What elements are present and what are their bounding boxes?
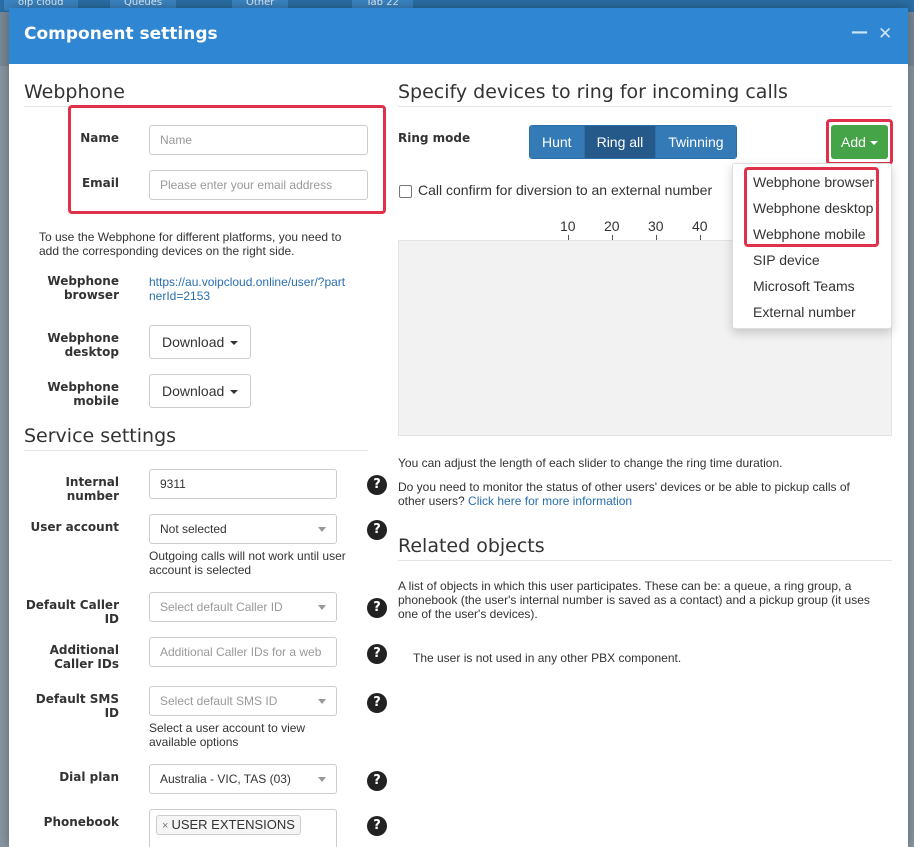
modal-header: Component settings — ✕ <box>9 8 908 64</box>
dial-plan-select[interactable]: Australia - VIC, TAS (03) <box>149 764 337 794</box>
webphone-browser-label: Webphone browser <box>47 274 119 302</box>
default-sms-id-select[interactable]: Select default SMS ID <box>149 686 337 716</box>
modal-title: Component settings <box>24 24 218 44</box>
remove-tag-icon[interactable]: × <box>162 820 168 832</box>
menu-item-sip-device[interactable]: SIP device <box>753 252 820 268</box>
internal-number-label: Internal number <box>65 475 119 503</box>
caret-down-icon <box>318 605 326 610</box>
related-objects-title: Related objects <box>398 535 892 561</box>
help-icon[interactable]: ? <box>367 816 387 836</box>
phonebook-label: Phonebook <box>43 815 119 829</box>
caret-down-icon <box>318 777 326 782</box>
user-account-note: Outgoing calls will not work until user … <box>149 549 346 577</box>
call-confirm-checkbox[interactable] <box>399 185 412 198</box>
webphone-mobile-download-button[interactable]: Download <box>149 374 252 408</box>
caret-down-icon <box>869 141 878 146</box>
default-caller-id-select[interactable]: Select default Caller ID <box>149 592 337 622</box>
default-caller-id-placeholder: Select default Caller ID <box>160 600 283 614</box>
download-label: Download <box>162 383 225 399</box>
help-icon[interactable]: ? <box>367 644 387 664</box>
webphone-browser-link[interactable]: https://au.voipcloud.online/user/?partne… <box>149 275 349 303</box>
timeline-tick: 10 <box>560 218 576 234</box>
default-caller-id-label: Default Caller ID <box>25 598 119 626</box>
user-account-label: User account <box>30 520 119 534</box>
caret-down-icon <box>318 527 326 532</box>
help-icon[interactable]: ? <box>367 598 387 618</box>
slider-note: You can adjust the length of each slider… <box>398 456 783 470</box>
background-panel <box>908 66 914 847</box>
timeline-tick: 20 <box>604 218 620 234</box>
minimize-icon[interactable]: — <box>851 22 868 42</box>
add-device-menu: Webphone browser Webphone desktop Webpho… <box>732 163 892 329</box>
ring-mode-hunt[interactable]: Hunt <box>530 126 585 158</box>
add-label: Add <box>841 134 866 150</box>
default-sms-id-placeholder: Select default SMS ID <box>160 694 278 708</box>
caret-down-icon <box>230 390 239 395</box>
ring-mode-label: Ring mode <box>398 131 471 145</box>
internal-number-input[interactable] <box>149 469 337 499</box>
monitor-info-link[interactable]: Click here for more information <box>468 494 632 508</box>
related-objects-description: A list of objects in which this user par… <box>398 579 870 621</box>
add-device-button[interactable]: Add <box>831 125 888 159</box>
default-sms-id-label: Default SMS ID <box>35 692 119 720</box>
menu-item-webphone-mobile[interactable]: Webphone mobile <box>753 226 866 242</box>
dial-plan-label: Dial plan <box>59 770 119 784</box>
component-settings-modal: Component settings — ✕ Webphone Name Ema… <box>9 8 908 847</box>
ring-mode-selector: Hunt Ring all Twinning <box>529 125 737 159</box>
name-input[interactable] <box>149 125 368 155</box>
monitor-note: Do you need to monitor the status of oth… <box>398 480 878 508</box>
webphone-desktop-label: Webphone desktop <box>47 331 119 359</box>
phonebook-tag-label: USER EXTENSIONS <box>171 817 295 832</box>
default-sms-id-note: Select a user account to view available … <box>149 721 306 749</box>
help-icon[interactable]: ? <box>367 520 387 540</box>
name-label: Name <box>80 131 119 145</box>
user-account-select[interactable]: Not selected <box>149 514 337 544</box>
background-panel <box>0 66 9 847</box>
menu-item-microsoft-teams[interactable]: Microsoft Teams <box>753 278 855 294</box>
webphone-desktop-download-button[interactable]: Download <box>149 325 252 359</box>
close-icon[interactable]: ✕ <box>878 24 892 44</box>
webphone-info-text: To use the Webphone for different platfo… <box>39 230 342 258</box>
caret-down-icon <box>230 341 239 346</box>
related-objects-empty: The user is not used in any other PBX co… <box>413 651 682 665</box>
ring-devices-title: Specify devices to ring for incoming cal… <box>398 81 892 107</box>
download-label: Download <box>162 334 225 350</box>
help-icon[interactable]: ? <box>367 771 387 791</box>
additional-caller-ids-label: Additional Caller IDs <box>49 643 119 671</box>
menu-item-webphone-browser[interactable]: Webphone browser <box>753 174 874 190</box>
webphone-mobile-label: Webphone mobile <box>47 380 119 408</box>
dial-plan-value: Australia - VIC, TAS (03) <box>160 772 291 786</box>
ring-mode-ring-all[interactable]: Ring all <box>584 126 657 158</box>
user-account-value: Not selected <box>160 522 227 536</box>
ring-mode-twinning[interactable]: Twinning <box>656 126 736 158</box>
email-label: Email <box>81 176 119 190</box>
webphone-section-title: Webphone <box>24 81 368 107</box>
menu-item-external-number[interactable]: External number <box>753 304 856 320</box>
call-confirm-label: Call confirm for diversion to an externa… <box>418 182 713 198</box>
timeline-tick: 40 <box>692 218 708 234</box>
email-input[interactable] <box>149 170 368 200</box>
caret-down-icon <box>318 699 326 704</box>
service-settings-title: Service settings <box>24 425 368 451</box>
phonebook-tag[interactable]: × USER EXTENSIONS <box>156 815 301 835</box>
menu-item-webphone-desktop[interactable]: Webphone desktop <box>753 200 873 216</box>
help-icon[interactable]: ? <box>367 693 387 713</box>
help-icon[interactable]: ? <box>367 475 387 495</box>
timeline-tick: 30 <box>648 218 664 234</box>
additional-caller-ids-input[interactable] <box>149 637 337 667</box>
